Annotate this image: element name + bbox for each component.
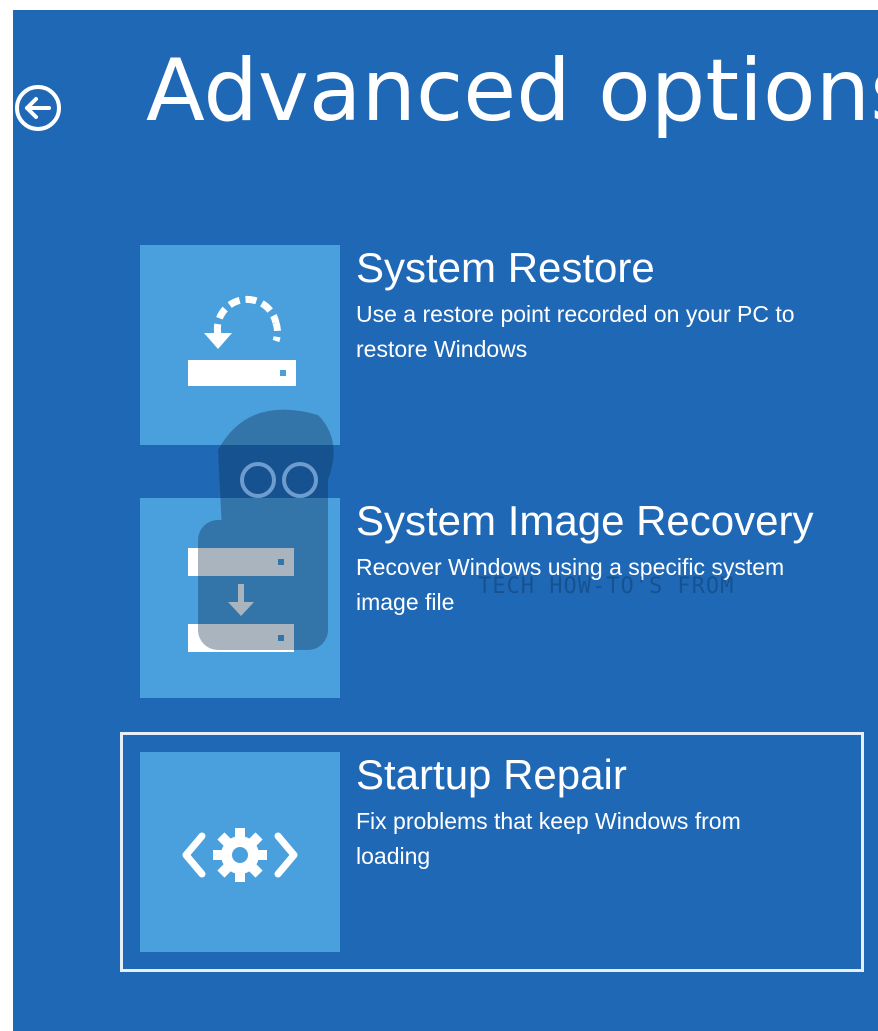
option-description: Fix problems that keep Windows from load… [356,808,741,869]
option-description: Recover Windows using a specific system … [356,554,785,615]
option-tile [140,245,340,445]
option-text: System Restore Use a restore point recor… [356,245,836,367]
option-text: Startup Repair Fix problems that keep Wi… [356,752,836,874]
option-system-image-recovery[interactable]: System Image Recovery Recover Windows us… [140,498,844,698]
option-title: System Restore [356,244,655,291]
image-recovery-drive-icon [188,548,294,652]
option-title: Startup Repair [356,751,627,798]
option-title: System Image Recovery [356,497,814,544]
arrow-left-circle-icon [15,85,61,131]
option-text: System Image Recovery Recover Windows us… [356,498,836,620]
option-startup-repair[interactable]: Startup Repair Fix problems that keep Wi… [120,732,864,972]
restore-drive-icon [188,295,296,386]
startup-repair-gear-icon [182,828,298,882]
option-system-restore[interactable]: System Restore Use a restore point recor… [140,245,844,445]
advanced-options-screen: Advanced options System Restore Use a re… [13,10,878,1031]
option-tile [140,498,340,698]
back-button[interactable] [13,82,69,138]
option-description: Use a restore point recorded on your PC … [356,301,795,362]
header: Advanced options [13,10,878,170]
page-title: Advanced options [146,41,878,141]
option-tile [140,752,340,952]
